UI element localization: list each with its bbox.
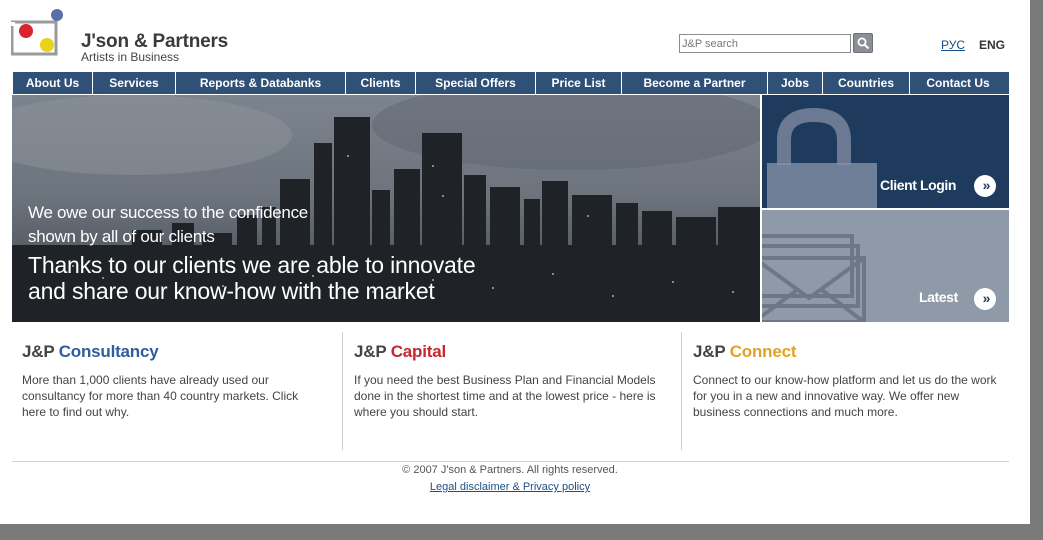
hero-text-line-4: and share our know-how with the market <box>28 278 435 304</box>
consultancy-title: J&P Consultancy <box>22 342 322 362</box>
legal-privacy-link[interactable]: Legal disclaimer & Privacy policy <box>0 481 1020 493</box>
connect-title-name: Connect <box>729 342 797 361</box>
copyright-text: © 2007 J'son & Partners. All rights rese… <box>402 464 618 476</box>
latest-panel[interactable]: Latest » <box>762 210 1009 322</box>
search-button[interactable] <box>853 33 873 53</box>
nav-special-offers[interactable]: Special Offers <box>416 72 536 94</box>
search-input[interactable] <box>679 34 851 53</box>
logo[interactable] <box>10 8 69 62</box>
connect-section[interactable]: J&P Connect Connect to our know-how plat… <box>693 332 1003 452</box>
consultancy-text: More than 1,000 clients have already use… <box>22 373 299 419</box>
nav-countries[interactable]: Countries <box>823 72 910 94</box>
brand-name: J'son & Partners <box>81 31 229 52</box>
latest-arrow-icon[interactable]: » <box>974 288 996 310</box>
capital-section[interactable]: J&P Capital If you need the best Busines… <box>354 332 664 452</box>
hero-text-line-3: Thanks to our clients we are able to inn… <box>28 252 476 278</box>
connect-text: Connect to our know-how platform and let… <box>693 373 997 419</box>
lang-en-current: ENG <box>979 38 1006 52</box>
connect-title-prefix: J&P <box>693 342 730 361</box>
capital-text: If you need the best Business Plan and F… <box>354 373 656 419</box>
nav-about-us[interactable]: About Us <box>13 72 93 94</box>
nav-services[interactable]: Services <box>93 72 176 94</box>
search-icon <box>857 37 870 50</box>
capital-title-prefix: J&P <box>354 342 391 361</box>
client-login-panel[interactable]: Client Login » <box>762 95 1009 208</box>
nav-jobs[interactable]: Jobs <box>768 72 823 94</box>
hero-text-line-1: We owe our success to the confidence <box>28 203 308 222</box>
nav-reports-databanks[interactable]: Reports & Databanks <box>176 72 346 94</box>
nav-become-partner[interactable]: Become a Partner <box>622 72 768 94</box>
consultancy-section[interactable]: J&P Consultancy More than 1,000 clients … <box>22 332 322 452</box>
client-login-arrow-icon[interactable]: » <box>974 175 996 197</box>
nav-clients[interactable]: Clients <box>346 72 416 94</box>
hero-banner: We owe our success to the confidence sho… <box>12 95 760 322</box>
footer-divider <box>12 461 1009 462</box>
column-divider <box>342 332 343 450</box>
nav-price-list[interactable]: Price List <box>536 72 622 94</box>
capital-title-name: Capital <box>390 342 446 361</box>
client-login-label: Client Login <box>880 177 957 193</box>
latest-label: Latest <box>919 289 958 305</box>
logo-text: J'son & Partners Artists in Business <box>81 32 228 63</box>
lang-ru-link[interactable]: РУС <box>941 38 965 52</box>
hero-text-line-2: shown by all of our clients <box>28 227 215 246</box>
brand-tagline: Artists in Business <box>81 50 180 64</box>
consultancy-title-name: Consultancy <box>58 342 159 361</box>
column-divider <box>681 332 682 450</box>
nav-contact-us[interactable]: Contact Us <box>910 72 1006 94</box>
connect-title: J&P Connect <box>693 342 1003 362</box>
page: J'son & Partners Artists in Business РУС… <box>0 0 1030 524</box>
main-nav: About Us Services Reports & Databanks Cl… <box>13 72 1009 94</box>
envelope-icon <box>762 234 866 322</box>
consultancy-title-prefix: J&P <box>22 342 59 361</box>
capital-title: J&P Capital <box>354 342 664 362</box>
